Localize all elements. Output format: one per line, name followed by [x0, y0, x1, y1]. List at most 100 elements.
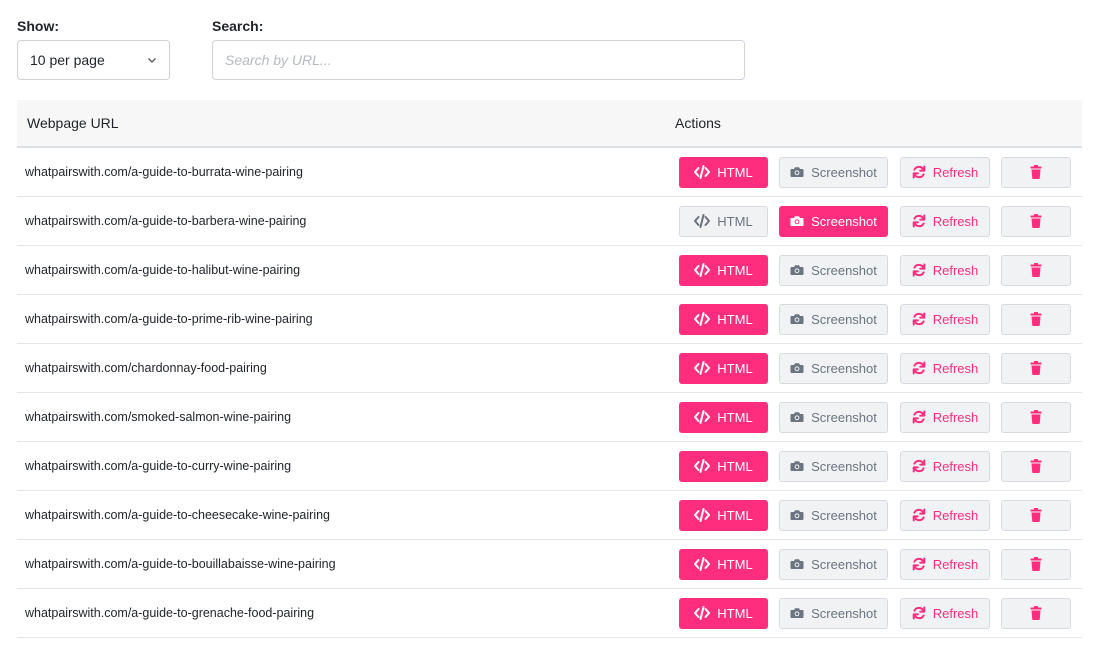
refresh-button-label: Refresh — [932, 507, 979, 523]
screenshot-button[interactable]: Screenshot — [779, 548, 888, 580]
screenshot-button[interactable]: Screenshot — [779, 156, 888, 188]
actions-cell: HTML Screenshot Refresh — [675, 401, 1071, 433]
camera-icon — [790, 314, 804, 324]
actions-cell: HTML Screenshot Refresh — [675, 450, 1071, 482]
refresh-button[interactable]: Refresh — [900, 352, 990, 384]
refresh-icon — [912, 312, 926, 326]
trash-icon — [1030, 557, 1042, 571]
refresh-button-label: Refresh — [932, 262, 979, 278]
refresh-icon — [912, 361, 926, 375]
url-cell: whatpairswith.com/a-guide-to-prime-rib-w… — [25, 312, 313, 326]
delete-button[interactable] — [1001, 254, 1071, 286]
html-button[interactable]: HTML — [679, 156, 768, 188]
html-button-label: HTML — [717, 409, 753, 425]
delete-button[interactable] — [1001, 303, 1071, 335]
actions-cell: HTML Screenshot Refresh — [675, 254, 1071, 286]
camera-icon — [790, 412, 804, 422]
html-button[interactable]: HTML — [679, 450, 768, 482]
refresh-button[interactable]: Refresh — [900, 254, 990, 286]
table-row: whatpairswith.com/smoked-salmon-wine-pai… — [17, 393, 1082, 442]
screenshot-button[interactable]: Screenshot — [779, 499, 888, 531]
html-button-label: HTML — [717, 458, 753, 474]
delete-button[interactable] — [1001, 548, 1071, 580]
refresh-button[interactable]: Refresh — [900, 205, 990, 237]
actions-cell: HTML Screenshot Refresh — [675, 597, 1071, 629]
delete-button[interactable] — [1001, 499, 1071, 531]
screenshot-button[interactable]: Screenshot — [779, 401, 888, 433]
refresh-button[interactable]: Refresh — [900, 597, 990, 629]
screenshot-button-label: Screenshot — [811, 507, 877, 523]
search-input[interactable] — [212, 40, 745, 80]
screenshot-button[interactable]: Screenshot — [779, 303, 888, 335]
refresh-icon — [912, 410, 926, 424]
actions-cell: HTML Screenshot Refresh — [675, 303, 1071, 335]
controls-bar: Show: 10 per page Search: — [17, 18, 1087, 82]
html-button[interactable]: HTML — [679, 597, 768, 629]
camera-icon — [790, 265, 804, 275]
refresh-button-label: Refresh — [932, 409, 979, 425]
table-row: whatpairswith.com/a-guide-to-halibut-win… — [17, 246, 1082, 295]
refresh-button[interactable]: Refresh — [900, 303, 990, 335]
refresh-button[interactable]: Refresh — [900, 156, 990, 188]
trash-icon — [1030, 410, 1042, 424]
html-button[interactable]: HTML — [679, 205, 768, 237]
code-icon — [694, 459, 711, 473]
actions-cell: HTML Screenshot Refresh — [675, 205, 1071, 237]
refresh-button[interactable]: Refresh — [900, 450, 990, 482]
delete-button[interactable] — [1001, 205, 1071, 237]
html-button[interactable]: HTML — [679, 401, 768, 433]
per-page-select[interactable]: 10 per page — [17, 40, 170, 80]
url-cell: whatpairswith.com/a-guide-to-grenache-fo… — [25, 606, 315, 620]
html-button-label: HTML — [717, 360, 753, 376]
table-row: whatpairswith.com/a-guide-to-curry-wine-… — [17, 442, 1082, 491]
url-cell: whatpairswith.com/a-guide-to-barbera-win… — [25, 214, 307, 228]
screenshot-button[interactable]: Screenshot — [779, 254, 888, 286]
trash-icon — [1030, 165, 1042, 179]
url-cell: whatpairswith.com/smoked-salmon-wine-pai… — [25, 410, 292, 424]
html-button[interactable]: HTML — [679, 548, 768, 580]
html-button-label: HTML — [717, 556, 753, 572]
delete-button[interactable] — [1001, 450, 1071, 482]
refresh-button-label: Refresh — [932, 360, 979, 376]
screenshot-button-label: Screenshot — [811, 556, 877, 572]
code-icon — [694, 606, 711, 620]
screenshot-button-label: Screenshot — [811, 605, 877, 621]
refresh-button-label: Refresh — [932, 458, 979, 474]
html-button[interactable]: HTML — [679, 499, 768, 531]
screenshot-button[interactable]: Screenshot — [779, 352, 888, 384]
html-button[interactable]: HTML — [679, 352, 768, 384]
screenshot-button-label: Screenshot — [811, 409, 877, 425]
trash-icon — [1030, 508, 1042, 522]
code-icon — [694, 214, 711, 228]
refresh-button-label: Refresh — [932, 311, 979, 327]
refresh-button-label: Refresh — [932, 213, 979, 229]
refresh-button[interactable]: Refresh — [900, 401, 990, 433]
html-button[interactable]: HTML — [679, 303, 768, 335]
table-row: whatpairswith.com/chardonnay-food-pairin… — [17, 344, 1082, 393]
screenshot-button[interactable]: Screenshot — [779, 205, 888, 237]
table-row: whatpairswith.com/a-guide-to-prime-rib-w… — [17, 295, 1082, 344]
refresh-icon — [912, 165, 926, 179]
refresh-icon — [912, 557, 926, 571]
refresh-button[interactable]: Refresh — [900, 499, 990, 531]
table-row: whatpairswith.com/a-guide-to-barbera-win… — [17, 197, 1082, 246]
url-cell: whatpairswith.com/a-guide-to-curry-wine-… — [25, 459, 292, 473]
delete-button[interactable] — [1001, 352, 1071, 384]
refresh-button-label: Refresh — [932, 164, 979, 180]
camera-icon — [790, 167, 804, 177]
table-row: whatpairswith.com/a-guide-to-grenache-fo… — [17, 589, 1082, 638]
screenshot-button-label: Screenshot — [811, 360, 877, 376]
url-cell: whatpairswith.com/a-guide-to-cheesecake-… — [25, 508, 331, 522]
refresh-button[interactable]: Refresh — [900, 548, 990, 580]
delete-button[interactable] — [1001, 597, 1071, 629]
screenshot-button[interactable]: Screenshot — [779, 597, 888, 629]
table-row: whatpairswith.com/a-guide-to-burrata-win… — [17, 148, 1082, 197]
table-row: whatpairswith.com/a-guide-to-cheesecake-… — [17, 491, 1082, 540]
delete-button[interactable] — [1001, 156, 1071, 188]
html-button[interactable]: HTML — [679, 254, 768, 286]
actions-cell: HTML Screenshot Refresh — [675, 548, 1071, 580]
delete-button[interactable] — [1001, 401, 1071, 433]
screenshot-button[interactable]: Screenshot — [779, 450, 888, 482]
header-url: Webpage URL — [27, 115, 119, 131]
code-icon — [694, 557, 711, 571]
